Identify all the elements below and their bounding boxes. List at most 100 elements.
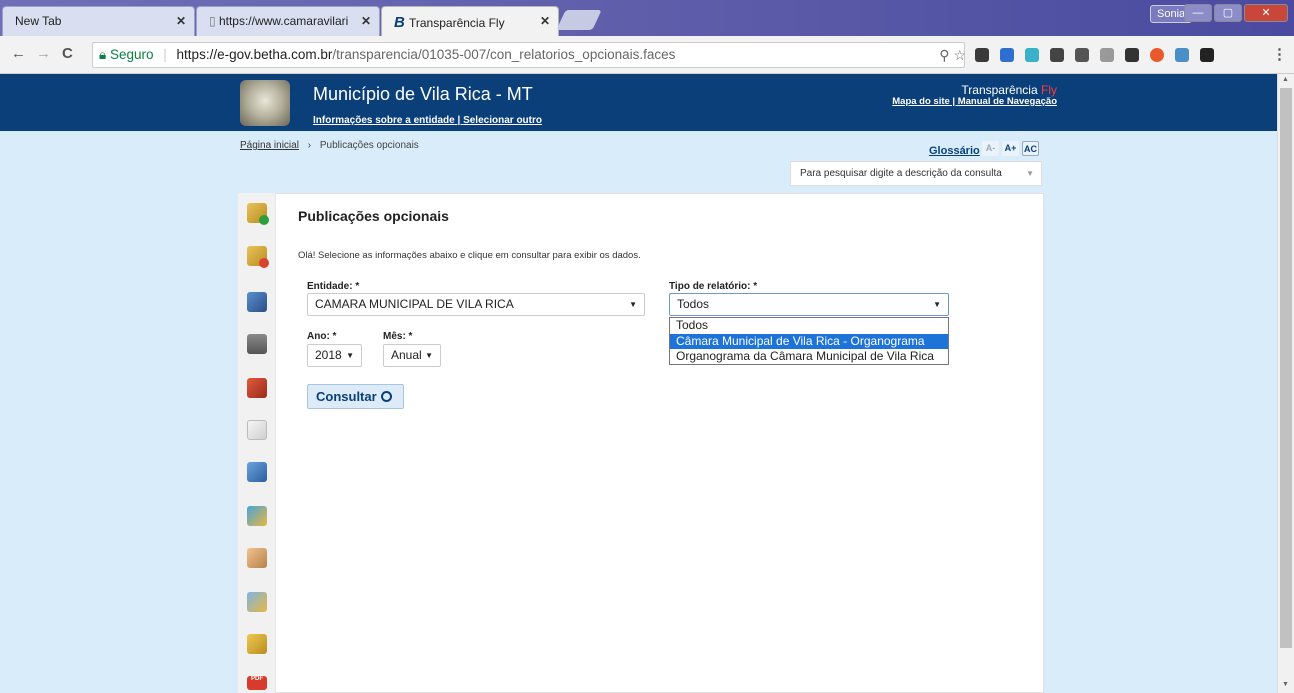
chevron-down-icon: ▼ bbox=[346, 351, 354, 360]
chevron-down-icon: ▼ bbox=[425, 351, 433, 360]
brand-fly: Fly bbox=[1041, 83, 1057, 97]
site-map-link[interactable]: Mapa do site bbox=[892, 96, 950, 107]
back-icon[interactable]: ← bbox=[11, 45, 26, 62]
secure-label: Seguro bbox=[109, 47, 154, 62]
spreadsheet-icon[interactable] bbox=[247, 592, 267, 612]
page-icon: ▯ bbox=[209, 14, 219, 28]
entidade-label: Entidade: * bbox=[307, 281, 360, 292]
close-window-icon[interactable]: ✕ bbox=[1244, 4, 1288, 22]
dropdown-option[interactable]: Organograma da Câmara Municipal de Vila … bbox=[670, 349, 948, 365]
select-other-link[interactable]: Selecionar outro bbox=[463, 115, 542, 126]
scroll-up-icon[interactable]: ▲ bbox=[1282, 76, 1289, 83]
manual-link[interactable]: Manual de Navegação bbox=[958, 96, 1057, 107]
extension-icon[interactable] bbox=[1125, 48, 1139, 62]
tab-transparencia[interactable]: B Transparência Fly ✕ bbox=[381, 6, 559, 36]
people-icon[interactable] bbox=[247, 548, 267, 568]
ano-label: Ano: * bbox=[307, 331, 337, 342]
form-title: Publicações opcionais bbox=[298, 208, 449, 224]
consulta-search-select[interactable]: Para pesquisar digite a descrição da con… bbox=[790, 161, 1042, 186]
extension-icon[interactable] bbox=[1175, 48, 1189, 62]
address-bar[interactable]: 🔒︎ Seguro | https://e-gov.betha.com.br/t… bbox=[92, 42, 966, 68]
site-header bbox=[0, 74, 1277, 131]
extension-icon[interactable] bbox=[1000, 48, 1014, 62]
consultar-label: Consultar bbox=[316, 389, 377, 404]
dropdown-option-highlighted[interactable]: Câmara Municipal de Vila Rica - Organogr… bbox=[670, 333, 948, 349]
dropdown-option[interactable]: Todos bbox=[670, 318, 948, 334]
header-links: Mapa do site | Manual de Navegação bbox=[892, 96, 1057, 107]
extension-icon[interactable] bbox=[1050, 48, 1064, 62]
extension-icon[interactable] bbox=[1075, 48, 1089, 62]
url-host: https://e-gov.betha.com.br bbox=[176, 47, 333, 62]
extension-icon[interactable] bbox=[1150, 48, 1164, 62]
close-tab-icon[interactable]: ✕ bbox=[540, 14, 550, 28]
entity-info-link[interactable]: Informações sobre a entidade bbox=[313, 115, 455, 126]
search-icon bbox=[380, 391, 392, 402]
form-instructions: Olá! Selecione as informações abaixo e c… bbox=[298, 250, 641, 261]
entity-links: Informações sobre a entidade | Seleciona… bbox=[313, 115, 542, 126]
brand: Transparência Fly bbox=[961, 83, 1057, 97]
forward-icon[interactable]: → bbox=[36, 45, 51, 62]
extension-icon[interactable] bbox=[1025, 48, 1039, 62]
mes-value: Anual bbox=[391, 348, 422, 362]
tab-camara[interactable]: ▯ https://www.camaravilari ✕ bbox=[196, 6, 380, 36]
chevron-down-icon: ▼ bbox=[1026, 169, 1034, 178]
contrast-button[interactable]: AC bbox=[1022, 141, 1039, 156]
ano-value: 2018 bbox=[315, 348, 342, 362]
browser-titlebar: New Tab ✕ ▯ https://www.camaravilari ✕ B… bbox=[0, 0, 1294, 36]
revenue-add-icon[interactable] bbox=[247, 203, 269, 225]
font-increase-button[interactable]: A+ bbox=[1002, 141, 1019, 156]
reload-icon[interactable]: C bbox=[62, 45, 73, 62]
menu-kebab-icon[interactable]: ⋮ bbox=[1272, 45, 1287, 63]
mes-label: Mês: * bbox=[383, 331, 413, 342]
municipality-logo bbox=[240, 80, 290, 126]
consultar-button[interactable]: Consultar bbox=[307, 384, 404, 409]
minimize-icon[interactable]: — bbox=[1184, 4, 1212, 22]
glossary-link[interactable]: Glossário bbox=[929, 145, 980, 157]
extension-icon[interactable] bbox=[1100, 48, 1114, 62]
tab-label: New Tab bbox=[15, 14, 62, 28]
maximize-icon[interactable]: ▢ bbox=[1214, 4, 1242, 22]
page-scrollbar[interactable]: ▲ ▼ bbox=[1277, 74, 1294, 693]
ano-select[interactable]: 2018 ▼ bbox=[307, 344, 362, 367]
window-controls: — ▢ ✕ bbox=[1184, 4, 1288, 22]
buildings-icon[interactable] bbox=[247, 634, 267, 654]
category-sidebar bbox=[238, 193, 276, 693]
browser-toolbar: ← → C 🔒︎ Seguro | https://e-gov.betha.co… bbox=[0, 36, 1294, 74]
pdf-icon[interactable]: PDF bbox=[247, 676, 267, 690]
tab-new-tab[interactable]: New Tab ✕ bbox=[2, 6, 195, 36]
boxes-icon[interactable] bbox=[247, 378, 267, 398]
tab-label: https://www.camaravilari bbox=[218, 14, 349, 28]
report-icon[interactable] bbox=[247, 506, 267, 526]
page-title: Município de Vila Rica - MT bbox=[313, 84, 533, 104]
extension-icon[interactable] bbox=[1200, 48, 1214, 62]
entidade-select[interactable]: CAMARA MUNICIPAL DE VILA RICA ▼ bbox=[307, 293, 645, 316]
entidade-value: CAMARA MUNICIPAL DE VILA RICA bbox=[315, 297, 514, 311]
zoom-icon[interactable]: ⚲ bbox=[939, 47, 949, 63]
truck-icon[interactable] bbox=[247, 292, 267, 312]
tab-label: Transparência Fly bbox=[409, 16, 505, 30]
new-tab-button[interactable] bbox=[556, 10, 602, 30]
extension-icon[interactable] bbox=[975, 48, 989, 62]
close-tab-icon[interactable]: ✕ bbox=[361, 14, 371, 28]
close-tab-icon[interactable]: ✕ bbox=[176, 14, 186, 28]
revenue-remove-icon[interactable] bbox=[247, 246, 269, 268]
betha-logo-icon: B bbox=[394, 14, 409, 31]
bank-icon[interactable] bbox=[247, 334, 267, 354]
mes-select[interactable]: Anual ▼ bbox=[383, 344, 441, 367]
bookmark-star-icon[interactable]: ☆ bbox=[953, 47, 966, 63]
tipo-label: Tipo de relatório: * bbox=[669, 281, 758, 292]
scroll-down-icon[interactable]: ▼ bbox=[1282, 681, 1289, 688]
shopping-cart-icon[interactable] bbox=[247, 462, 267, 482]
tipo-value: Todos bbox=[677, 297, 710, 311]
content-panel bbox=[238, 193, 1044, 693]
font-decrease-button[interactable]: A- bbox=[982, 141, 999, 156]
breadcrumb-separator: › bbox=[307, 140, 312, 151]
chevron-down-icon: ▼ bbox=[933, 300, 941, 309]
breadcrumb-current: Publicações opcionais bbox=[319, 140, 419, 151]
scrollbar-thumb[interactable] bbox=[1280, 88, 1292, 648]
breadcrumb-home-link[interactable]: Página inicial bbox=[240, 140, 299, 151]
breadcrumb: Página inicial › Publicações opcionais bbox=[240, 140, 419, 151]
document-sign-icon[interactable] bbox=[247, 420, 267, 440]
tipo-relatorio-select[interactable]: Todos ▼ bbox=[669, 293, 949, 316]
lock-icon: 🔒︎ bbox=[99, 47, 107, 62]
